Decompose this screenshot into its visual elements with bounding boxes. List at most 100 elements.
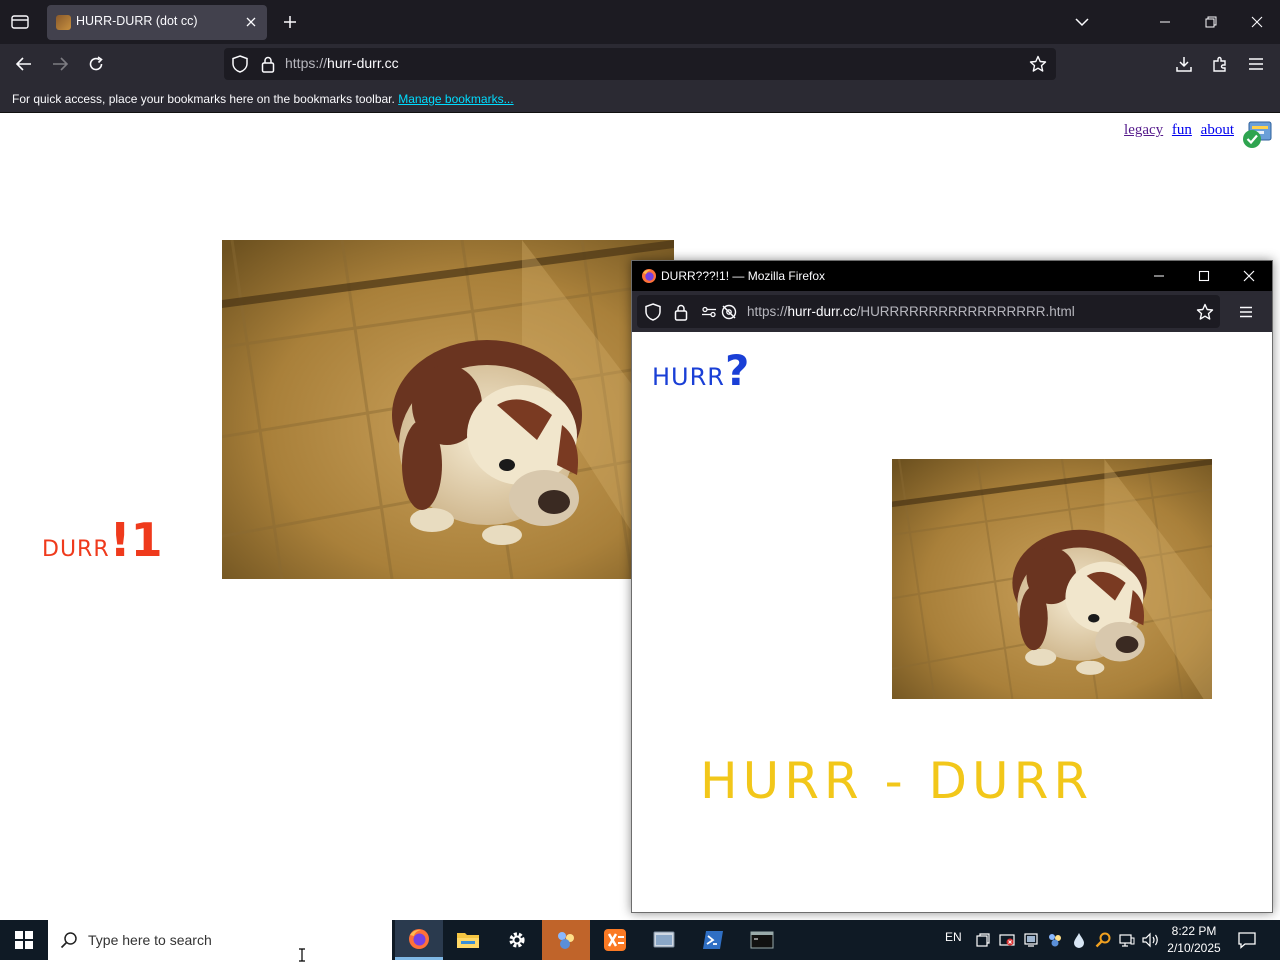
bookmarks-hint: For quick access, place your bookmarks h… — [12, 92, 514, 106]
start-button[interactable] — [0, 920, 48, 960]
blocked-autoplay-icon[interactable] — [719, 302, 739, 322]
input-language-indicator[interactable]: EN — [945, 930, 962, 944]
tab-title: HURR-DURR (dot cc) — [76, 14, 198, 28]
tray-magnifier-icon[interactable] — [1094, 931, 1112, 949]
download-icon — [1176, 57, 1192, 72]
forward-button[interactable] — [44, 48, 76, 80]
powershell-icon — [703, 931, 723, 949]
close-icon — [246, 17, 256, 27]
plus-icon — [284, 16, 296, 28]
tracking-protection-shield-icon[interactable] — [643, 302, 663, 322]
popup-close-button[interactable] — [1226, 261, 1272, 291]
close-icon — [1251, 16, 1263, 28]
popup-page-content: HURR? HURR - DURR — [632, 332, 1272, 912]
extensions-button[interactable] — [1204, 48, 1236, 80]
top-nav-links: legacy fun about — [1119, 122, 1234, 139]
gear-icon — [509, 932, 525, 948]
hurr-heading-suffix: ? — [724, 346, 750, 395]
list-all-tabs-button[interactable] — [1068, 8, 1096, 36]
taskbar-firefox[interactable] — [395, 920, 443, 960]
popup-maximize-button[interactable] — [1181, 261, 1227, 291]
bookmarks-toolbar: For quick access, place your bookmarks h… — [0, 84, 1280, 113]
hurr-heading-word: HURR — [652, 363, 725, 391]
tab-close-button[interactable] — [243, 14, 259, 30]
popup-minimize-button[interactable] — [1136, 261, 1182, 291]
tab-favicon-icon — [56, 15, 71, 30]
tray-network-app-icon[interactable] — [1046, 931, 1064, 949]
restore-icon — [1205, 16, 1217, 28]
tab-list-button[interactable] — [4, 6, 36, 38]
reload-button[interactable] — [80, 48, 112, 80]
taskbar-clock[interactable]: 8:22 PM 2/10/2025 — [1164, 923, 1224, 957]
taskbar-app-window[interactable] — [640, 920, 688, 960]
search-icon — [60, 932, 77, 949]
arrow-right-icon — [53, 57, 68, 71]
windows-taskbar: Type here to search EN 8:22 PM 2/10/2025 — [0, 920, 1280, 962]
tray-multitasking-icon[interactable] — [974, 931, 992, 949]
browser-tab-active[interactable]: HURR-DURR (dot cc) — [47, 5, 267, 40]
tray-network-icon[interactable] — [1118, 931, 1136, 949]
tray-volume-icon[interactable] — [1142, 931, 1160, 949]
hamburger-menu-icon — [1249, 58, 1263, 70]
new-tab-button[interactable] — [276, 8, 304, 36]
arrow-left-icon — [16, 57, 31, 71]
tab-list-icon — [11, 15, 29, 29]
popup-app-menu-button[interactable] — [1234, 301, 1258, 323]
window-minimize-button[interactable] — [1142, 0, 1188, 44]
tray-security-icon[interactable] — [998, 931, 1016, 949]
durr-heading-suffix: !1 — [109, 513, 163, 567]
notification-icon — [1238, 932, 1256, 949]
durr-heading: DURR!1 — [42, 513, 163, 567]
lock-icon[interactable] — [258, 54, 278, 74]
search-placeholder: Type here to search — [88, 932, 212, 948]
taskbar-terminal[interactable] — [738, 920, 786, 960]
url-host: hurr-durr.cc — [327, 55, 399, 71]
window-close-button[interactable] — [1234, 0, 1280, 44]
bookmark-star-icon[interactable] — [1028, 54, 1048, 74]
popup-url-scheme: https:// — [747, 304, 788, 319]
popup-address-bar[interactable]: https://hurr-durr.cc/HURRRRRRRRRRRRRRRRR… — [637, 295, 1220, 328]
hurr-durr-banner: HURR - DURR — [700, 752, 1094, 810]
notification-center-button[interactable] — [1236, 930, 1258, 950]
manage-bookmarks-link[interactable]: Manage bookmarks... — [398, 92, 513, 106]
taskbar-powershell[interactable] — [689, 920, 737, 960]
folder-icon — [457, 933, 479, 948]
validation-badge-icon[interactable] — [1242, 121, 1272, 149]
popup-url-text: https://hurr-durr.cc/HURRRRRRRRRRRRRRRRR… — [747, 304, 1075, 319]
reload-icon — [89, 56, 103, 71]
url-scheme: https:// — [285, 55, 328, 71]
windows-logo-icon — [15, 931, 33, 949]
clock-time: 8:22 PM — [1171, 924, 1217, 938]
navigation-toolbar: https://hurr-durr.cc — [0, 44, 1280, 84]
popup-title-bar[interactable]: DURR???!1! — Mozilla Firefox — [632, 261, 1272, 291]
popup-url-host: hurr-durr.cc — [787, 304, 857, 319]
about-link[interactable]: about — [1201, 122, 1234, 138]
tracking-protection-shield-icon[interactable] — [230, 54, 250, 74]
app-menu-button[interactable] — [1240, 48, 1272, 80]
network-app-icon — [558, 932, 574, 949]
back-button[interactable] — [8, 48, 40, 80]
hamburger-menu-icon — [1240, 306, 1252, 318]
window-restore-button[interactable] — [1188, 0, 1234, 44]
close-icon — [1243, 270, 1255, 282]
address-bar[interactable]: https://hurr-durr.cc — [224, 48, 1056, 80]
tray-water-drop-icon[interactable] — [1070, 931, 1088, 949]
taskbar-settings[interactable] — [493, 920, 541, 960]
bulldog-image — [222, 240, 674, 579]
clock-date: 2/10/2025 — [1167, 941, 1221, 955]
legacy-link[interactable]: legacy — [1124, 122, 1163, 138]
bookmark-star-icon[interactable] — [1195, 302, 1215, 322]
firefox-icon — [642, 269, 656, 283]
taskbar-xampp[interactable] — [591, 920, 639, 960]
permissions-icon[interactable] — [699, 302, 719, 322]
taskbar-search-box[interactable]: Type here to search — [48, 920, 392, 962]
downloads-button[interactable] — [1168, 48, 1200, 80]
fun-link[interactable]: fun — [1172, 122, 1192, 138]
minimize-icon — [1154, 275, 1164, 277]
maximize-icon — [1198, 270, 1210, 282]
lock-icon[interactable] — [671, 302, 691, 322]
tray-display-icon[interactable] — [1022, 931, 1040, 949]
taskbar-file-explorer[interactable] — [444, 920, 492, 960]
minimize-icon — [1160, 21, 1170, 23]
taskbar-app-network[interactable] — [542, 920, 590, 960]
